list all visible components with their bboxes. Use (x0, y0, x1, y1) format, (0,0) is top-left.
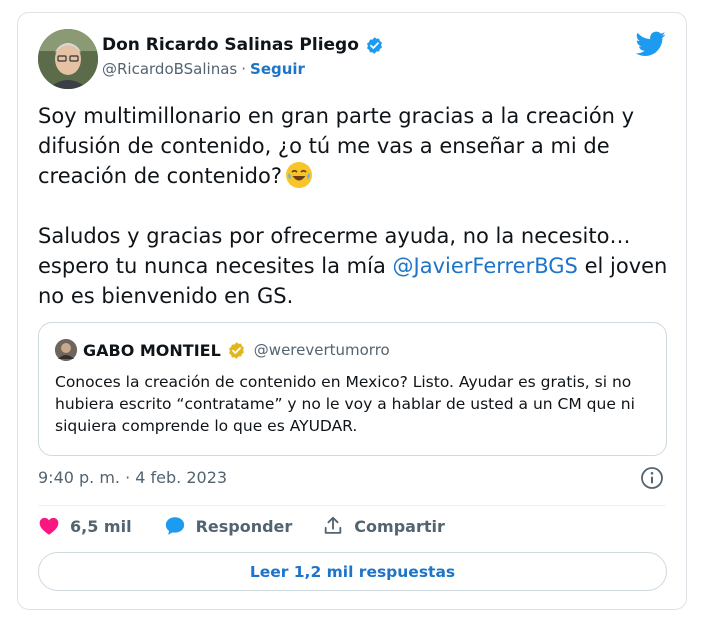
author-handle-row: @RicardoBSalinas · Seguir (102, 60, 384, 78)
action-bar: 6,5 mil Responder Compartir (38, 515, 445, 537)
tweet-paragraph-2: Saludos y gracias por ofrecerme ayuda, n… (38, 221, 668, 311)
quoted-author-name: GABO MONTIEL (83, 340, 221, 360)
verified-badge-icon (366, 36, 382, 54)
share-label: Compartir (354, 516, 445, 536)
author-info: Don Ricardo Salinas Pliego @RicardoBSali… (102, 35, 384, 78)
reply-button[interactable]: Responder (164, 515, 293, 537)
quoted-tweet[interactable]: GABO MONTIEL @werevertumorro Conoces la … (38, 322, 667, 456)
reply-label: Responder (195, 516, 293, 536)
like-count: 6,5 mil (70, 516, 132, 536)
quoted-tweet-text: Conoces la creación de contenido en Mexi… (55, 373, 635, 435)
author-handle[interactable]: @RicardoBSalinas (102, 60, 237, 78)
heart-icon (39, 517, 59, 535)
tweet-timestamp[interactable]: 9:40 p. m. · 4 feb. 2023 (38, 468, 227, 487)
tweet-paragraph-1: Soy multimillonario en gran parte gracia… (38, 101, 668, 191)
emoji-face (286, 162, 312, 188)
quoted-author-handle: @werevertumorro (253, 341, 390, 359)
info-icon[interactable] (640, 466, 664, 490)
divider (38, 505, 666, 506)
author-name[interactable]: Don Ricardo Salinas Pliego (102, 35, 359, 55)
tweet-text: Soy multimillonario en gran parte gracia… (38, 101, 668, 311)
author-avatar[interactable] (38, 29, 98, 89)
quoted-tweet-header: GABO MONTIEL @werevertumorro (55, 339, 390, 361)
read-replies-button[interactable]: Leer 1,2 mil respuestas (38, 552, 667, 591)
twitter-bird-icon[interactable] (636, 31, 666, 57)
tweet-card: Don Ricardo Salinas Pliego @RicardoBSali… (17, 12, 687, 610)
mention-link[interactable]: @JavierFerrerBGS (393, 254, 578, 278)
tweet-paragraph-1-text: Soy multimillonario en gran parte gracia… (38, 104, 635, 188)
share-upload-icon (325, 516, 342, 534)
speech-bubble-icon (165, 517, 184, 535)
share-button[interactable]: Compartir (322, 515, 445, 537)
author-name-row: Don Ricardo Salinas Pliego (102, 35, 384, 55)
author-photo (38, 29, 98, 89)
laughing-tears-emoji-icon (285, 162, 312, 188)
quoted-author-avatar (55, 339, 77, 361)
verified-gold-badge-icon (228, 341, 244, 359)
quoted-author-photo (55, 339, 77, 361)
handle-separator: · (241, 60, 247, 78)
follow-button[interactable]: Seguir (250, 60, 305, 78)
like-button[interactable]: 6,5 mil (38, 515, 132, 537)
